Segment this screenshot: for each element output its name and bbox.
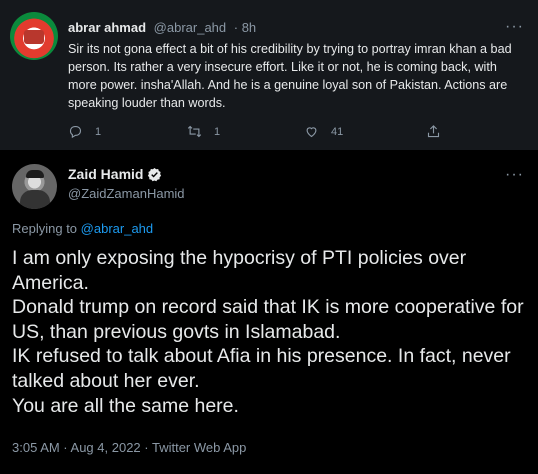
avatar[interactable] [10, 12, 58, 60]
reply-count: 1 [95, 125, 102, 138]
author-handle[interactable]: @ZaidZamanHamid [68, 186, 185, 201]
tweet-line: You are all the same here. [12, 394, 239, 417]
tweet-meta[interactable]: 3:05 AM · Aug 4, 2022 · Twitter Web App [12, 440, 246, 455]
replying-to: Replying to @abrar_ahd [12, 221, 153, 236]
tweet-text: I am only exposing the hypocrisy of PTI … [12, 246, 527, 418]
tweet-line: Donald trump on record said that IK is m… [12, 296, 524, 343]
replying-mention[interactable]: @abrar_ahd [81, 221, 153, 236]
main-tweet: Zaid Hamid @ZaidZamanHamid ··· Replying … [0, 150, 538, 474]
verified-icon [148, 167, 162, 181]
replying-prefix: Replying to [12, 221, 78, 236]
more-icon[interactable]: ··· [505, 166, 524, 184]
reply-icon [69, 125, 82, 139]
reply-author-name[interactable]: abrar ahmad [68, 20, 146, 35]
author-name-row[interactable]: Zaid Hamid [68, 166, 162, 182]
reply-tweet[interactable]: abrar ahmad @abrar_ahd · 8h ··· Sir its … [0, 0, 538, 150]
reply-button[interactable]: 1 [68, 124, 101, 139]
retweet-button[interactable]: 1 [187, 124, 220, 139]
reply-text: Sir its not gona effect a bit of his cre… [68, 42, 512, 110]
more-icon[interactable]: ··· [505, 18, 524, 36]
share-button[interactable] [426, 124, 453, 139]
like-button[interactable]: 41 [304, 124, 343, 139]
avatar[interactable] [12, 164, 57, 209]
like-icon [306, 127, 317, 138]
reply-header: abrar ahmad @abrar_ahd · 8h [68, 20, 256, 35]
reply-author-handle[interactable]: @abrar_ahd [154, 20, 226, 35]
author-name[interactable]: Zaid Hamid [68, 166, 143, 182]
tweet-line: IK refused to talk about Afia in his pre… [12, 345, 511, 392]
share-icon [427, 125, 440, 138]
retweet-icon [187, 125, 202, 138]
reply-time[interactable]: · 8h [234, 20, 256, 35]
reply-actions: 1 1 41 [68, 124, 508, 142]
tweet-line: I am only exposing the hypocrisy of PTI … [12, 247, 467, 294]
like-count: 41 [331, 125, 344, 138]
retweet-count: 1 [214, 125, 221, 138]
